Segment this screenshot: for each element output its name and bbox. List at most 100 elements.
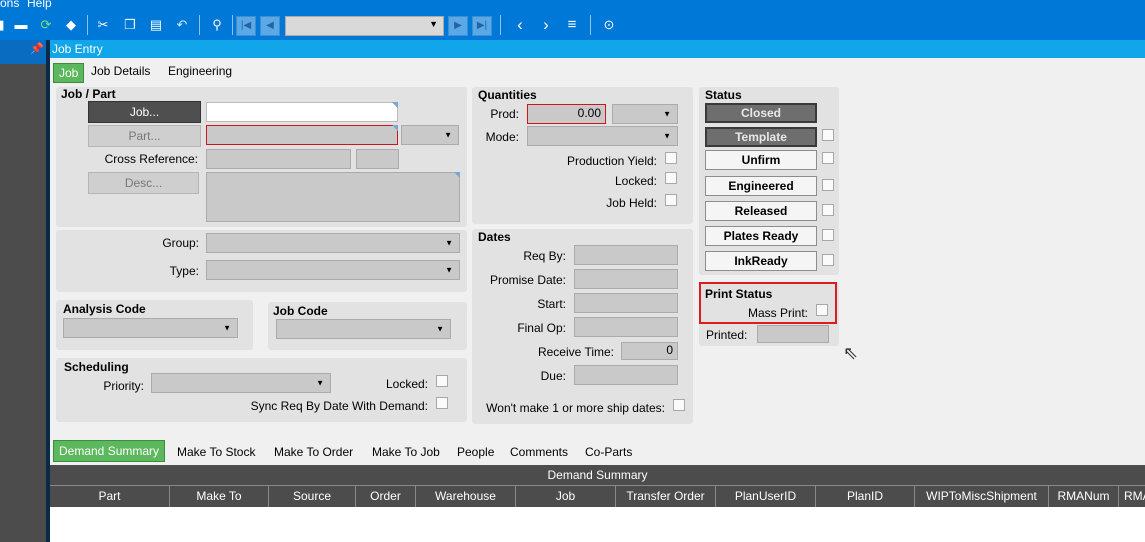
tab-comments[interactable]: Comments [510, 445, 568, 459]
forward-icon[interactable]: › [537, 16, 555, 34]
paste-icon[interactable]: ▤ [147, 16, 165, 34]
job-code-combo[interactable]: ▼ [276, 319, 451, 339]
scheduling-locked-checkbox[interactable] [436, 375, 448, 387]
search-icon[interactable]: ⚲ [208, 16, 226, 34]
printed-date-input[interactable] [757, 325, 829, 343]
pin-icon[interactable]: 📌 [30, 42, 44, 55]
copy-icon[interactable]: ❐ [121, 16, 139, 34]
req-by-date-input[interactable] [574, 245, 678, 265]
inkready-checkbox[interactable] [822, 254, 834, 266]
mode-combo[interactable]: ▼ [527, 126, 678, 146]
prod-quantity-input[interactable]: 0.00 [527, 104, 606, 124]
column-header-warehouse[interactable]: Warehouse [416, 486, 516, 507]
tab-job-details[interactable]: Job Details [91, 64, 150, 78]
plates-ready-checkbox[interactable] [822, 229, 834, 241]
engineered-checkbox[interactable] [822, 179, 834, 191]
refresh-icon[interactable]: ⟳ [37, 16, 55, 34]
status-unfirm-button[interactable]: Unfirm [705, 150, 817, 170]
column-header-plan-user-id[interactable]: PlanUserID [716, 486, 816, 507]
tab-make-to-order[interactable]: Make To Order [274, 445, 353, 459]
job-held-checkbox[interactable] [665, 194, 677, 206]
column-header-job[interactable]: Job [516, 486, 616, 507]
column-header-rma[interactable]: RMA [1119, 486, 1145, 507]
column-header-plan-id[interactable]: PlanID [816, 486, 915, 507]
menu-icon[interactable]: ≡ [563, 16, 581, 34]
due-date-label: Due: [540, 369, 566, 383]
tab-make-to-stock[interactable]: Make To Stock [177, 445, 255, 459]
cut-icon[interactable]: ✂ [94, 16, 112, 34]
receive-time-value: 0 [666, 343, 673, 357]
column-header-make-to[interactable]: Make To [170, 486, 269, 507]
chevron-down-icon: ▼ [663, 109, 671, 119]
type-combo[interactable]: ▼ [206, 260, 460, 280]
sync-req-by-checkbox[interactable] [436, 397, 448, 409]
save-icon[interactable]: ▬ [12, 16, 30, 34]
prod-uom-combo[interactable]: ▼ [612, 104, 678, 124]
job-code-title: Job Code [273, 304, 328, 318]
tab-engineering[interactable]: Engineering [168, 64, 232, 78]
status-inkready-button[interactable]: InkReady [705, 251, 817, 271]
menu-item-options[interactable]: ons [0, 0, 19, 10]
actions-icon[interactable]: ⊙ [600, 16, 618, 34]
start-date-input[interactable] [574, 293, 678, 313]
priority-combo[interactable]: ▼ [151, 373, 331, 393]
final-op-date-input[interactable] [574, 317, 678, 337]
grid-body[interactable] [50, 507, 1145, 542]
last-record-icon[interactable]: ▶| [472, 16, 492, 36]
status-template-button[interactable]: Template [705, 127, 817, 147]
column-header-order[interactable]: Order [356, 486, 416, 507]
released-checkbox[interactable] [822, 204, 834, 216]
tab-co-parts[interactable]: Co-Parts [585, 445, 632, 459]
cross-reference-extra[interactable] [356, 149, 399, 169]
previous-record-icon[interactable]: ◀ [260, 16, 280, 36]
tab-people[interactable]: People [457, 445, 494, 459]
form-title: Job Entry [50, 40, 1145, 58]
job-number-input[interactable] [206, 102, 398, 122]
undo-icon[interactable]: ↶ [173, 16, 191, 34]
clear-icon[interactable]: ◆ [62, 16, 80, 34]
scheduling-locked-label: Locked: [385, 377, 428, 391]
analysis-code-combo[interactable]: ▼ [63, 318, 238, 338]
status-plates-ready-button[interactable]: Plates Ready [705, 226, 817, 246]
tab-demand-summary[interactable]: Demand Summary [53, 440, 166, 462]
receive-time-input[interactable]: 0 [621, 342, 678, 360]
tab-make-to-job[interactable]: Make To Job [372, 445, 440, 459]
tab-job[interactable]: Job [53, 63, 85, 83]
toolbar-separator [232, 15, 233, 35]
production-yield-checkbox[interactable] [665, 152, 677, 164]
job-button[interactable]: Job... [88, 101, 201, 123]
menu-item-help[interactable]: Help [27, 0, 52, 10]
unfirm-checkbox[interactable] [822, 152, 834, 164]
part-revision-combo[interactable]: ▼ [401, 125, 459, 145]
description-button[interactable]: Desc... [88, 172, 199, 194]
demand-tabstrip: Demand Summary Make To Stock Make To Ord… [50, 438, 1145, 464]
grid-title: Demand Summary [50, 465, 1145, 486]
due-date-input[interactable] [574, 365, 678, 385]
cross-reference-input[interactable] [206, 149, 351, 169]
quantities-locked-checkbox[interactable] [665, 172, 677, 184]
column-header-transfer-order[interactable]: Transfer Order [616, 486, 716, 507]
status-closed-button[interactable]: Closed [705, 103, 817, 123]
record-navigator-combo[interactable]: ▼ [285, 16, 444, 36]
req-by-label: Req By: [523, 249, 566, 263]
status-engineered-button[interactable]: Engineered [705, 176, 817, 196]
column-header-part[interactable]: Part [50, 486, 170, 507]
new-icon[interactable]: ▮ [0, 16, 10, 34]
group-combo[interactable]: ▼ [206, 233, 460, 253]
promise-date-input[interactable] [574, 269, 678, 289]
status-released-button[interactable]: Released [705, 201, 817, 221]
template-checkbox[interactable] [822, 129, 834, 141]
description-input[interactable] [206, 172, 460, 222]
next-record-icon[interactable]: ▶ [448, 16, 468, 36]
toolbar-separator [590, 15, 591, 35]
part-number-input[interactable] [206, 125, 398, 145]
wont-make-ship-dates-checkbox[interactable] [673, 399, 685, 411]
scheduling-title: Scheduling [64, 360, 129, 374]
first-record-icon[interactable]: |◀ [236, 16, 256, 36]
column-header-rma-num[interactable]: RMANum [1049, 486, 1119, 507]
column-header-wip-to-misc-shipment[interactable]: WIPToMiscShipment [915, 486, 1049, 507]
column-header-source[interactable]: Source [269, 486, 356, 507]
back-icon[interactable]: ‹ [511, 16, 529, 34]
mass-print-checkbox[interactable] [816, 304, 828, 316]
part-button[interactable]: Part... [88, 125, 201, 147]
